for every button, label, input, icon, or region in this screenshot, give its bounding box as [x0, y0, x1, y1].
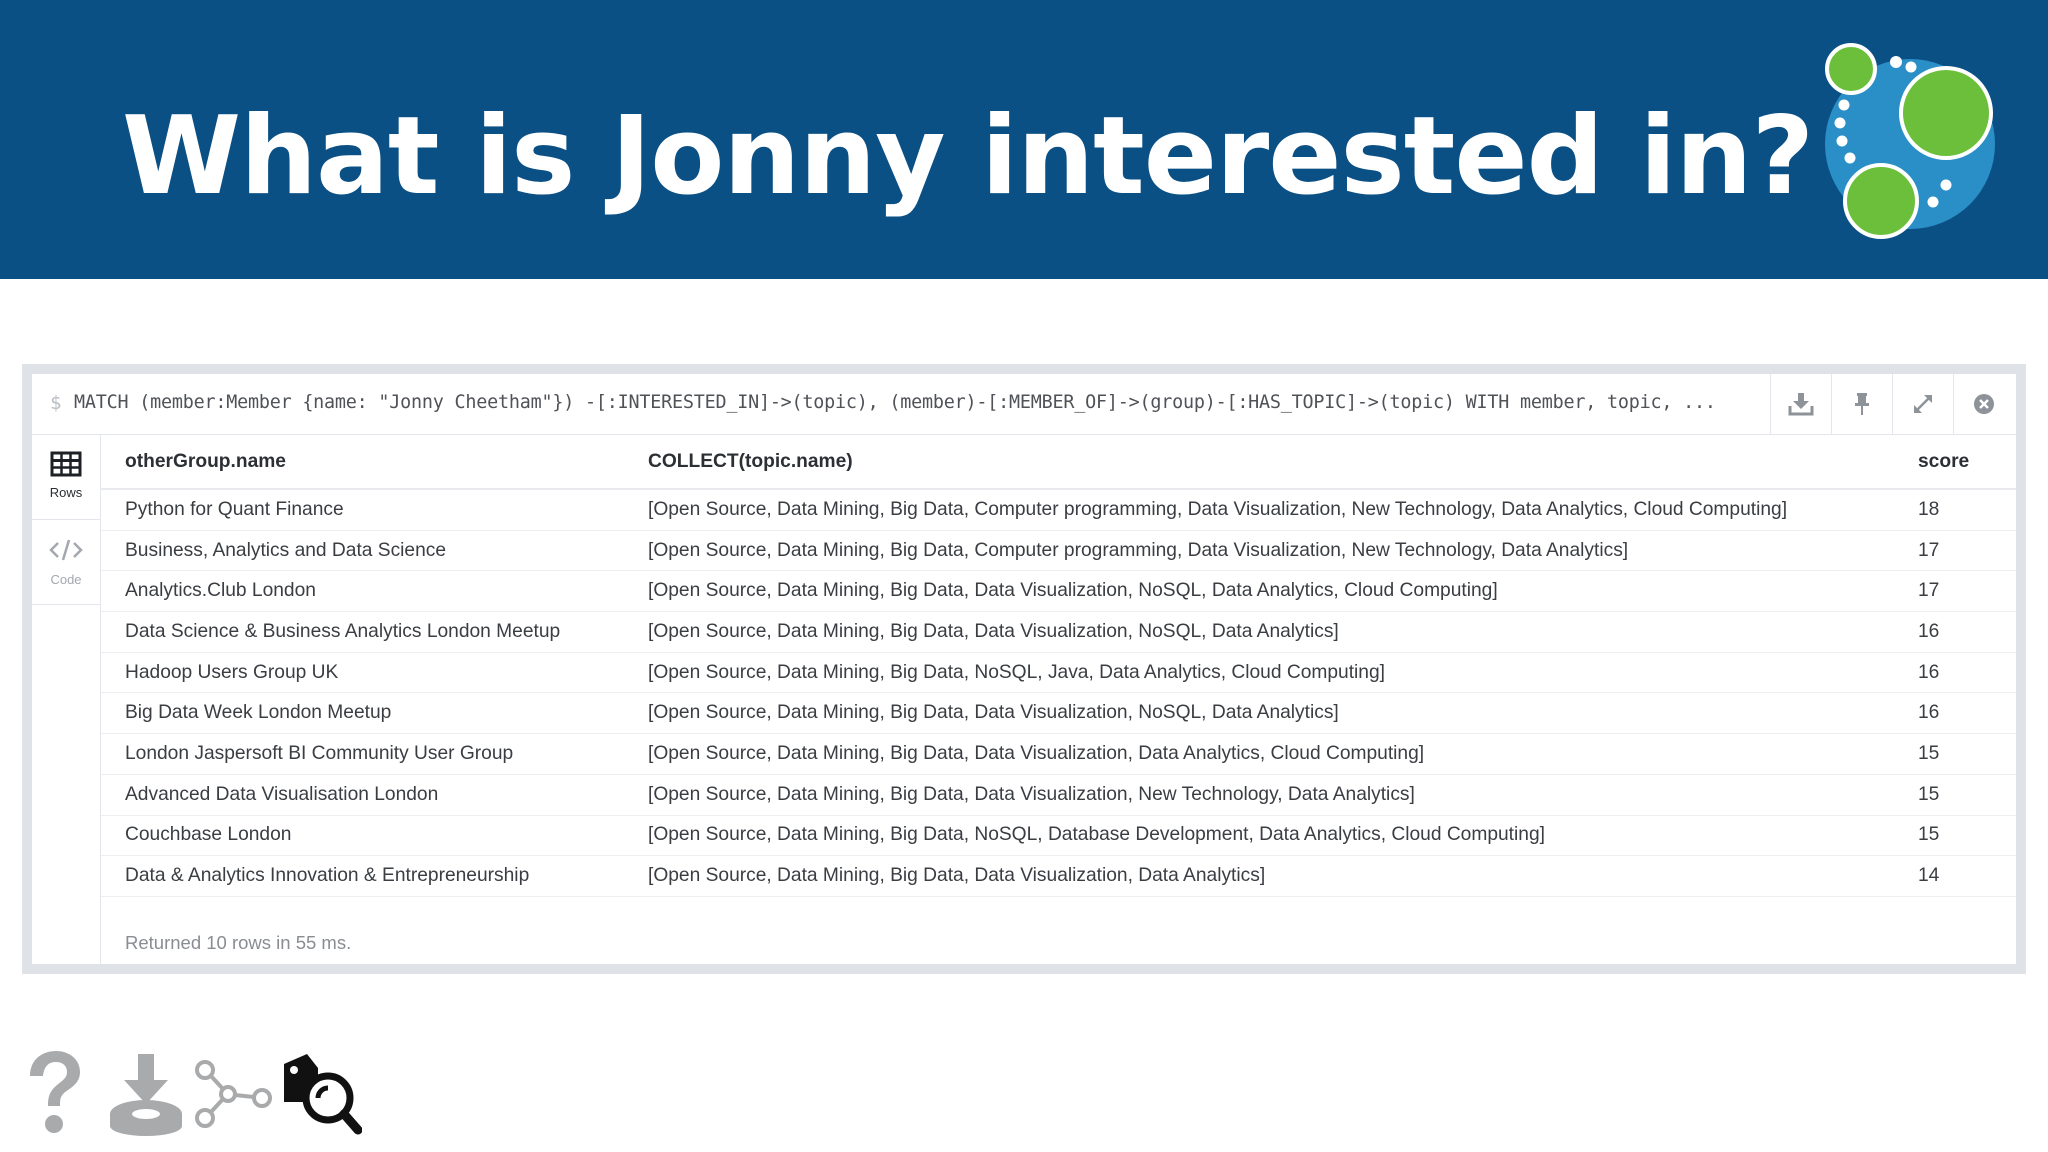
topics-cell: [Open Source, Data Mining, Big Data, Dat… — [648, 855, 1918, 897]
result-panel: $ MATCH (member:Member {name: "Jonny Che… — [32, 374, 2016, 964]
group-name-cell: Big Data Week London Meetup — [101, 692, 648, 735]
topics-cell: [Open Source, Data Mining, Big Data, NoS… — [648, 652, 1918, 694]
score-cell: 16 — [1918, 692, 2016, 735]
expand-button[interactable] — [1892, 374, 1953, 434]
expand-icon — [1914, 395, 1932, 413]
score-cell: 15 — [1918, 774, 2016, 816]
code-icon — [49, 539, 83, 561]
topics-cell: [Open Source, Data Mining, Big Data, Dat… — [648, 570, 1918, 613]
table-row: Analytics.Club London [Open Source, Data… — [101, 570, 2016, 613]
column-header-topics: COLLECT(topic.name) — [648, 436, 1918, 490]
topics-cell: [Open Source, Data Mining, Big Data, Dat… — [648, 611, 1918, 653]
result-status: Returned 10 rows in 55 ms. — [125, 932, 352, 953]
results-table: otherGroup.name COLLECT(topic.name) scor… — [101, 436, 2016, 897]
score-cell: 17 — [1918, 530, 2016, 572]
question-icon — [30, 1051, 80, 1133]
graph-path-icon — [195, 1060, 272, 1128]
download-icon — [1788, 393, 1814, 416]
pin-icon — [1855, 393, 1869, 415]
column-header-score: score — [1918, 436, 2016, 490]
score-cell: 17 — [1918, 570, 2016, 613]
neo4j-browser-frame: $ MATCH (member:Member {name: "Jonny Che… — [22, 364, 2026, 974]
neo4j-logo-icon — [1825, 43, 1995, 239]
tag-search-icon — [284, 1054, 363, 1135]
table-row: Data Science & Business Analytics London… — [101, 611, 2016, 653]
code-view-tab[interactable]: Code — [32, 520, 100, 605]
topics-cell: [Open Source, Data Mining, Big Data, Com… — [648, 489, 1918, 531]
topics-cell: [Open Source, Data Mining, Big Data, NoS… — [648, 815, 1918, 857]
download-button[interactable] — [1770, 374, 1831, 434]
view-sidebar: Rows Code — [32, 435, 101, 964]
group-name-cell: Python for Quant Finance — [101, 489, 648, 531]
topics-cell: [Open Source, Data Mining, Big Data, Com… — [648, 530, 1918, 572]
rows-view-tab[interactable]: Rows — [32, 435, 100, 520]
group-name-cell: Business, Analytics and Data Science — [101, 530, 648, 572]
score-cell: 16 — [1918, 652, 2016, 694]
group-name-cell: Data & Analytics Innovation & Entreprene… — [101, 855, 648, 897]
table-row: London Jaspersoft BI Community User Grou… — [101, 733, 2016, 775]
table-row: Business, Analytics and Data Science [Op… — [101, 530, 2016, 572]
score-cell: 15 — [1918, 733, 2016, 775]
score-cell: 18 — [1918, 489, 2016, 531]
group-name-cell: Data Science & Business Analytics London… — [101, 611, 648, 653]
code-tab-label: Code — [50, 572, 82, 587]
table-header-row: otherGroup.name COLLECT(topic.name) scor… — [101, 436, 2016, 490]
query-bar: $ MATCH (member:Member {name: "Jonny Che… — [32, 374, 2016, 435]
import-icon — [110, 1054, 182, 1136]
score-cell: 14 — [1918, 855, 2016, 897]
pin-button[interactable] — [1831, 374, 1892, 434]
close-icon — [1974, 394, 1994, 414]
score-cell: 15 — [1918, 815, 2016, 857]
close-button[interactable] — [1953, 374, 2014, 434]
title-banner: What is Jonny interested in? — [0, 0, 2048, 279]
topics-cell: [Open Source, Data Mining, Big Data, Dat… — [648, 774, 1918, 816]
slide-title: What is Jonny interested in? — [122, 94, 1814, 219]
table-row: Couchbase London [Open Source, Data Mini… — [101, 815, 2016, 857]
column-header-name: otherGroup.name — [101, 436, 648, 490]
table-row: Python for Quant Finance [Open Source, D… — [101, 489, 2016, 531]
table-icon — [50, 451, 82, 477]
table-row: Data & Analytics Innovation & Entreprene… — [101, 855, 2016, 897]
table-row: Advanced Data Visualisation London [Open… — [101, 774, 2016, 816]
group-name-cell: Analytics.Club London — [101, 570, 648, 613]
table-row: Big Data Week London Meetup [Open Source… — [101, 692, 2016, 735]
topics-cell: [Open Source, Data Mining, Big Data, Dat… — [648, 692, 1918, 735]
group-name-cell: Hadoop Users Group UK — [101, 652, 648, 694]
group-name-cell: Advanced Data Visualisation London — [101, 774, 648, 816]
bottom-icon-row — [22, 1050, 363, 1143]
score-cell: 16 — [1918, 611, 2016, 653]
query-text[interactable]: MATCH (member:Member {name: "Jonny Cheet… — [74, 392, 1774, 413]
topics-cell: [Open Source, Data Mining, Big Data, Dat… — [648, 733, 1918, 775]
group-name-cell: Couchbase London — [101, 815, 648, 857]
prompt-symbol: $ — [50, 392, 62, 414]
rows-tab-label: Rows — [49, 485, 83, 500]
group-name-cell: London Jaspersoft BI Community User Grou… — [101, 733, 648, 775]
table-row: Hadoop Users Group UK [Open Source, Data… — [101, 652, 2016, 694]
